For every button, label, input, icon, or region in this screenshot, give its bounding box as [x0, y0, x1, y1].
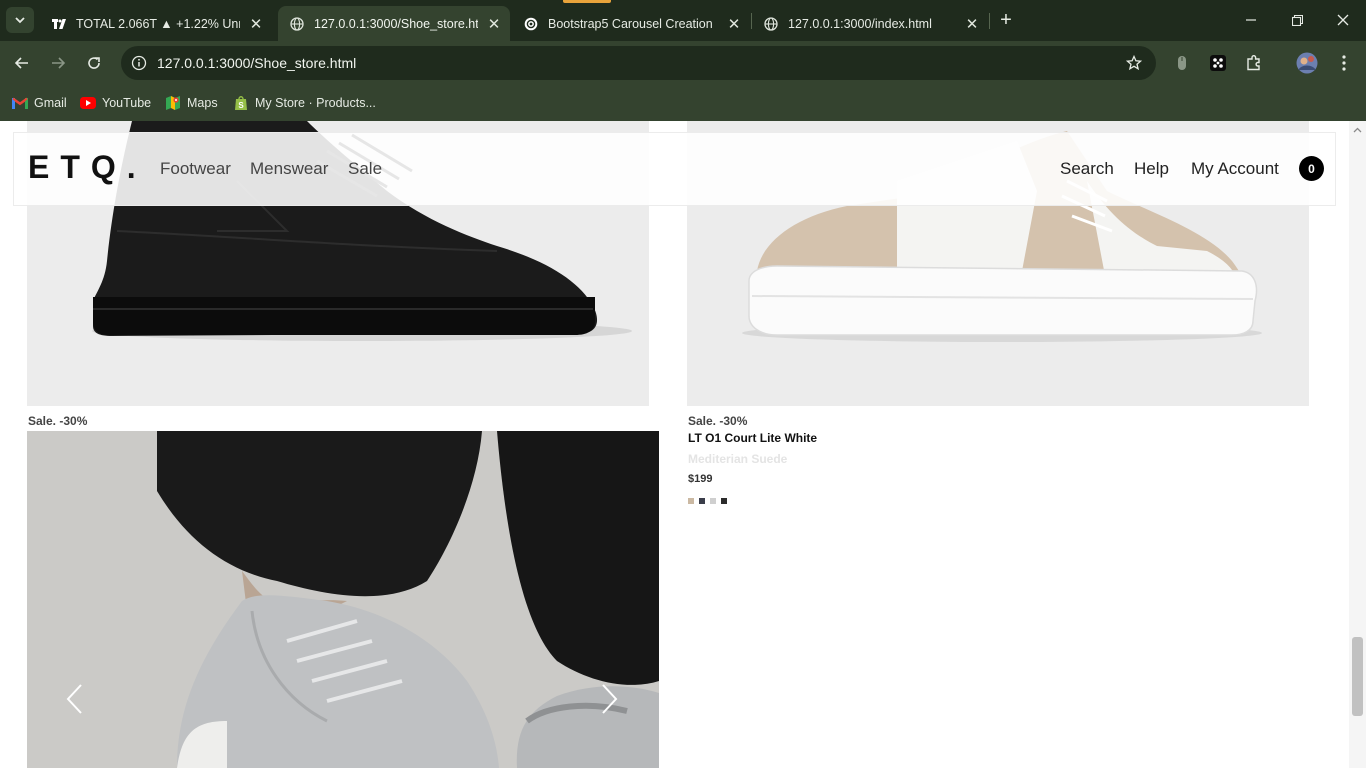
tab-title: 127.0.0.1:3000/Shoe_store.html [314, 16, 478, 31]
extensions-puzzle-icon[interactable] [1241, 50, 1267, 76]
tab-shoe-store[interactable]: 127.0.0.1:3000/Shoe_store.html ✕ [278, 6, 510, 41]
page-scrollbar[interactable] [1349, 121, 1366, 768]
scroll-up-icon[interactable] [1353, 125, 1362, 134]
gmail-icon [12, 95, 28, 111]
tradingview-icon [52, 17, 66, 31]
product-subtitle: Mediterian Suede [688, 452, 788, 466]
nav-link-sale[interactable]: Sale [348, 159, 382, 179]
nav-link-menswear[interactable]: Menswear [250, 159, 328, 179]
extension-mouse-icon[interactable] [1169, 50, 1195, 76]
cart-count-badge[interactable]: 0 [1299, 156, 1324, 181]
close-icon [1337, 14, 1349, 26]
nav-link-my-account[interactable]: My Account [1191, 159, 1279, 179]
close-tab-icon[interactable]: ✕ [246, 14, 266, 34]
tab-title: Bootstrap5 Carousel Creation [548, 16, 713, 31]
reload-icon [88, 57, 100, 69]
tab-search-button[interactable] [6, 7, 34, 33]
tab-separator [989, 13, 990, 29]
youtube-icon [80, 95, 96, 111]
address-bar[interactable]: 127.0.0.1:3000/Shoe_store.html [121, 46, 1156, 80]
tab-title: 127.0.0.1:3000/index.html [788, 16, 932, 31]
scrollbar-thumb[interactable] [1352, 637, 1363, 716]
site-info-icon[interactable] [129, 53, 149, 73]
bookmark-maps[interactable]: Maps [165, 93, 218, 113]
carousel-lifestyle-image [27, 431, 659, 768]
brand-logo[interactable]: ETQ. [28, 149, 147, 186]
bookmark-label: Maps [187, 96, 218, 110]
nav-link-footwear[interactable]: Footwear [160, 159, 231, 179]
minimize-button[interactable] [1228, 0, 1274, 40]
swatch-beige[interactable] [688, 498, 694, 504]
bookmarks-bar: Gmail YouTube Maps S My Store · Products… [0, 85, 1366, 121]
browser-menu-icon[interactable] [1331, 50, 1357, 76]
bookmark-label: YouTube [102, 96, 152, 110]
sale-label: Sale. -30% [28, 414, 88, 428]
svg-text:S: S [238, 101, 244, 110]
carousel-prev-button[interactable] [62, 669, 86, 729]
minimize-icon [1246, 19, 1256, 21]
chatgpt-icon [524, 17, 538, 31]
new-tab-button[interactable]: + [994, 8, 1018, 32]
site-navbar: ETQ. Footwear Menswear Sale Search Help … [13, 132, 1336, 206]
bookmark-gmail[interactable]: Gmail [12, 93, 67, 113]
extension-dots-icon[interactable] [1205, 50, 1231, 76]
product-name[interactable]: LT O1 Court Lite White [688, 431, 817, 445]
tab-tradingview[interactable]: TOTAL 2.066T ▲ +1.22% Unnam ✕ [40, 6, 272, 41]
page-viewport: Sale. -30% Sale. -30% LT O1 Court Lite W… [0, 121, 1366, 768]
swatch-navy[interactable] [699, 498, 705, 504]
browser-tab-strip: TOTAL 2.066T ▲ +1.22% Unnam ✕ 127.0.0.1:… [0, 0, 1366, 41]
swatch-black[interactable] [721, 498, 727, 504]
reload-button[interactable] [80, 49, 108, 77]
close-tab-icon[interactable]: ✕ [724, 14, 744, 34]
close-window-button[interactable] [1320, 0, 1366, 40]
globe-icon [290, 16, 304, 31]
bookmark-star-icon[interactable] [1124, 53, 1144, 73]
tab-bootstrap-carousel[interactable]: Bootstrap5 Carousel Creation ✕ [512, 6, 750, 41]
arrow-right-icon [52, 57, 66, 69]
globe-icon [764, 16, 778, 31]
color-swatches [688, 498, 727, 504]
bookmark-youtube[interactable]: YouTube [80, 93, 151, 113]
restore-button[interactable] [1274, 0, 1320, 40]
tab-title: TOTAL 2.066T ▲ +1.22% Unnam [76, 16, 240, 31]
browser-toolbar: 127.0.0.1:3000/Shoe_store.html [0, 41, 1366, 85]
bookmark-label: My Store · Products... [255, 96, 376, 110]
nav-link-help[interactable]: Help [1134, 159, 1169, 179]
forward-button[interactable] [44, 49, 72, 77]
sale-label: Sale. -30% [688, 414, 748, 428]
swatch-grey[interactable] [710, 498, 716, 504]
restore-icon [1291, 14, 1303, 26]
close-tab-icon[interactable]: ✕ [484, 14, 504, 34]
close-tab-icon[interactable]: ✕ [962, 14, 982, 34]
tab-index[interactable]: 127.0.0.1:3000/index.html ✕ [752, 6, 988, 41]
chevron-down-icon [15, 17, 25, 24]
chevron-right-icon [602, 684, 618, 714]
chevron-left-icon [66, 684, 82, 714]
profile-avatar[interactable] [1294, 50, 1320, 76]
carousel-next-button[interactable] [598, 669, 622, 729]
recording-indicator [563, 0, 611, 3]
arrow-left-icon [14, 57, 28, 69]
product-price: $199 [688, 473, 713, 485]
back-button[interactable] [8, 49, 36, 77]
maps-icon [165, 95, 181, 111]
shopify-icon: S [233, 95, 249, 111]
lifestyle-photo-illustration [27, 431, 659, 768]
url-text: 127.0.0.1:3000/Shoe_store.html [157, 55, 357, 71]
bookmark-my-store[interactable]: S My Store · Products... [233, 93, 376, 113]
bookmark-label: Gmail [34, 96, 67, 110]
nav-link-search[interactable]: Search [1060, 159, 1114, 179]
